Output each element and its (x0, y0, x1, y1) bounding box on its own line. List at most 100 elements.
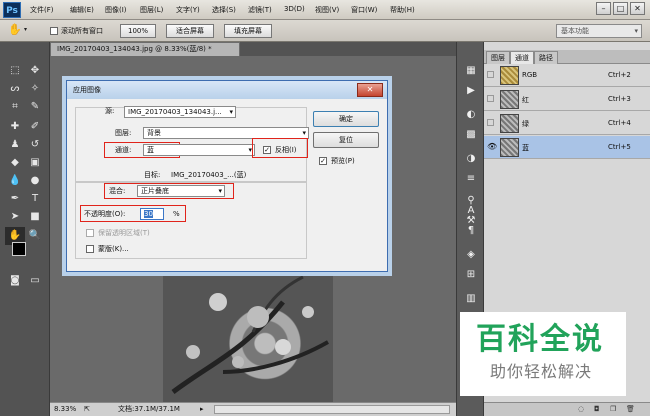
eyedropper-icon[interactable]: ✎ (25, 98, 45, 116)
opacity-unit: % (173, 210, 180, 218)
channel-row-red[interactable]: 红 Ctrl+3 (484, 88, 650, 111)
source-select[interactable]: IMG_20170403_134043.j... ▾ (124, 106, 236, 118)
crop-tool-icon[interactable]: ⌗ (5, 98, 25, 116)
channel-row-green[interactable]: 绿 Ctrl+4 (484, 112, 650, 135)
channel-name: 蓝 (522, 144, 529, 152)
layer-comps-icon[interactable]: ◈ (461, 246, 481, 264)
workspace-label: 基本功能 (561, 27, 589, 35)
photoshop-logo: Ps (3, 2, 21, 18)
quick-mask-icon[interactable]: ◙ (5, 272, 25, 290)
document-tab[interactable]: IMG_20170403_134043.jpg @ 8.33%(蓝/8) * (50, 42, 240, 56)
channel-select[interactable]: 蓝 ▾ (143, 144, 255, 156)
close-icon[interactable]: ✕ (357, 83, 383, 97)
navigator-panel-icon[interactable]: ⊞ (461, 266, 481, 284)
tab-channels[interactable]: 通道 (510, 51, 534, 64)
minimize-button[interactable]: – (596, 2, 611, 15)
hand-tool-icon[interactable]: ✋ (8, 23, 22, 36)
share-icon[interactable]: ⇱ (84, 403, 90, 415)
tab-layers[interactable]: 图层 (486, 51, 510, 64)
menu-edit[interactable]: 编辑(E) (70, 5, 94, 15)
gradient-icon[interactable]: ▣ (25, 154, 45, 172)
channel-row-rgb[interactable]: RGB Ctrl+2 (484, 64, 650, 87)
preview-checkbox[interactable]: ✓ (319, 157, 327, 165)
menu-file[interactable]: 文件(F) (30, 5, 54, 15)
menu-select[interactable]: 选择(S) (212, 5, 236, 15)
color-panel-icon[interactable]: ◐ (461, 106, 481, 124)
visibility-toggle[interactable] (487, 95, 494, 102)
watermark-subtitle: 助你轻松解决 (490, 362, 593, 381)
menu-view[interactable]: 视图(V) (315, 5, 339, 15)
zoom-100-button[interactable]: 100% (120, 24, 156, 38)
save-selection-icon[interactable]: ◘ (594, 405, 600, 413)
adjustments-panel-icon[interactable]: ◑ (461, 150, 481, 168)
healing-brush-icon[interactable]: ✚ (5, 118, 25, 136)
zoom-readout[interactable]: 8.33% (54, 403, 76, 415)
menu-3d[interactable]: 3D(D) (284, 5, 305, 13)
tab-paths[interactable]: 路径 (534, 51, 558, 64)
target-value: IMG_20170403_...(蓝) (171, 171, 247, 179)
close-button[interactable]: ✕ (630, 2, 645, 15)
move-tool-icon[interactable]: ✥ (25, 62, 45, 80)
visibility-toggle[interactable] (487, 71, 494, 78)
lasso-tool-icon[interactable]: ᔕ (5, 80, 25, 98)
menu-layer[interactable]: 图层(L) (140, 5, 163, 15)
history-panel-icon[interactable]: ▦ (461, 62, 481, 80)
magic-wand-icon[interactable]: ✧ (25, 80, 45, 98)
screen-mode-icon[interactable]: ▭ (25, 272, 45, 290)
marquee-tool-icon[interactable]: ⬚ (5, 62, 25, 80)
menu-type[interactable]: 文字(Y) (176, 5, 200, 15)
maximize-button[interactable]: □ (613, 2, 628, 15)
foreground-color-swatch[interactable] (12, 242, 26, 256)
dialog-title: 应用图像 (67, 81, 387, 99)
blending-select[interactable]: 正片叠底 ▾ (137, 185, 225, 197)
dodge-tool-icon[interactable]: ● (25, 172, 45, 190)
blending-label: 混合: (109, 187, 126, 195)
horizontal-scrollbar[interactable] (214, 405, 450, 414)
chevron-down-icon[interactable]: ▾ (24, 26, 27, 33)
brush-tool-icon[interactable]: ✐ (25, 118, 45, 136)
load-selection-icon[interactable]: ◌ (578, 405, 584, 413)
channel-row-blue[interactable]: 👁 蓝 Ctrl+5 (484, 136, 650, 159)
scroll-all-checkbox[interactable] (50, 27, 58, 35)
chevron-down-icon: ▾ (634, 27, 638, 35)
target-label: 目标: (144, 171, 161, 179)
opacity-input[interactable]: 30 (140, 208, 164, 220)
ok-button[interactable]: 确定 (313, 111, 379, 127)
workspace-select[interactable]: 基本功能 ▾ (556, 24, 642, 38)
shape-tool-icon[interactable]: ■ (25, 208, 45, 226)
reset-button[interactable]: 复位 (313, 132, 379, 148)
styles-panel-icon[interactable]: ≡ (461, 170, 481, 188)
visibility-toggle[interactable] (487, 119, 494, 126)
status-menu-arrow-icon[interactable]: ▸ (200, 403, 204, 415)
pen-tool-icon[interactable]: ✒ (5, 190, 25, 208)
actions-play-icon[interactable]: ▶ (461, 82, 481, 100)
type-tool-icon[interactable]: T (25, 190, 45, 208)
tools-panel: ⬚ ✥ ᔕ ✧ ⌗ ✎ ✚ ✐ ♟ ↺ ◆ ▣ 💧 ● ✒ T ➤ ■ ✋ 🔍 … (0, 42, 50, 416)
menu-image[interactable]: 图像(I) (105, 5, 127, 15)
new-channel-icon[interactable]: ❐ (610, 405, 616, 413)
fit-screen-button[interactable]: 适合屏幕 (166, 24, 214, 38)
trash-icon[interactable]: 🗑 (626, 405, 635, 413)
info-panel-icon[interactable]: ▥ (461, 290, 481, 308)
character-panel-icon[interactable]: A (461, 202, 481, 220)
channel-shortcut: Ctrl+3 (608, 95, 631, 103)
mask-checkbox[interactable] (86, 245, 94, 253)
menu-window[interactable]: 窗口(W) (351, 5, 377, 15)
preserve-transparency-checkbox[interactable] (86, 229, 94, 237)
eye-icon[interactable]: 👁 (487, 142, 497, 151)
menu-help[interactable]: 帮助(H) (390, 5, 415, 15)
channel-thumbnail (500, 90, 519, 109)
zoom-tool-icon[interactable]: 🔍 (25, 227, 45, 245)
paragraph-panel-icon[interactable]: ¶ (461, 222, 481, 240)
chevron-down-icon: ▾ (218, 187, 222, 195)
fill-screen-button[interactable]: 填充屏幕 (224, 24, 272, 38)
path-select-icon[interactable]: ➤ (5, 208, 25, 226)
history-brush-icon[interactable]: ↺ (25, 136, 45, 154)
layer-label: 图层: (115, 129, 132, 137)
eraser-icon[interactable]: ◆ (5, 154, 25, 172)
invert-checkbox[interactable]: ✓ (263, 146, 271, 154)
menu-filter[interactable]: 滤镜(T) (248, 5, 272, 15)
swatches-panel-icon[interactable]: ▩ (461, 126, 481, 144)
clone-stamp-icon[interactable]: ♟ (5, 136, 25, 154)
blur-tool-icon[interactable]: 💧 (5, 172, 25, 190)
